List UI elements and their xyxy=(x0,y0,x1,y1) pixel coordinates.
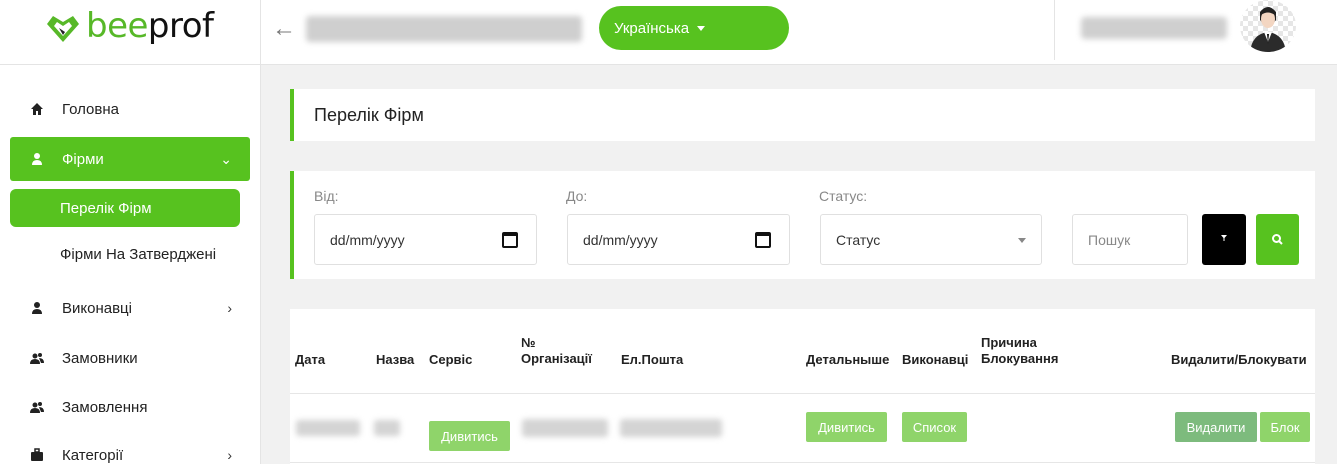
row-divider xyxy=(290,462,1315,463)
sidebar-item-label: Замовлення xyxy=(62,398,148,416)
person-avatar-icon xyxy=(1250,7,1286,52)
filter-reset-icon xyxy=(1221,235,1227,241)
sidebar-subitem-label: Перелік Фірм xyxy=(60,199,152,217)
users-icon xyxy=(30,402,44,413)
sidebar-item-label: Головна xyxy=(62,100,119,118)
language-dropdown[interactable]: Українська xyxy=(599,6,789,50)
user-icon xyxy=(32,302,42,314)
search-placeholder: Пошук xyxy=(1088,231,1131,248)
column-header-org-number-line2: Організації xyxy=(521,351,592,366)
language-label: Українська xyxy=(614,19,690,37)
performers-list-button[interactable]: Список xyxy=(902,412,967,442)
blurred-user-name[interactable] xyxy=(1081,17,1227,39)
sidebar-item-label: Фірми xyxy=(62,150,104,168)
firms-table: Дата Назва Сервіс № Організації Ел.Пошта… xyxy=(290,309,1315,464)
briefcase-icon xyxy=(31,448,43,461)
status-select[interactable]: Статус xyxy=(820,214,1042,265)
column-header-details: Детальныше xyxy=(806,352,890,367)
status-value: Статус xyxy=(836,231,881,248)
sidebar-item-home[interactable]: Головна xyxy=(10,87,250,131)
filter-panel: Від: dd/mm/yyyy До: dd/mm/yyyy Статус: С… xyxy=(290,171,1315,279)
page-title: Перелік Фірм xyxy=(314,105,424,125)
sidebar-subitem-firms-pending[interactable]: Фірми На Затверджені xyxy=(10,235,240,273)
search-input[interactable]: Пошук xyxy=(1072,214,1188,265)
sidebar-item-label: Замовники xyxy=(62,349,138,367)
back-arrow-icon[interactable]: ← xyxy=(272,16,298,42)
search-icon xyxy=(1272,234,1283,245)
sidebar-item-label: Категорії xyxy=(62,446,124,464)
sidebar: Головна Фірми ⌄ Перелік Фірм Фірми На За… xyxy=(0,65,261,464)
users-icon xyxy=(30,353,44,364)
handshake-logo-icon xyxy=(47,16,79,42)
blurred-name-cell xyxy=(374,420,400,436)
column-header-performers: Виконавці xyxy=(902,352,969,367)
blurred-date-cell xyxy=(296,420,360,436)
sidebar-subitem-firm-list[interactable]: Перелік Фірм xyxy=(10,189,240,227)
sidebar-item-orders[interactable]: Замовлення xyxy=(10,385,250,429)
column-header-service: Сервіс xyxy=(429,352,473,367)
sidebar-item-firms[interactable]: Фірми ⌄ xyxy=(10,137,250,181)
from-date-input[interactable]: dd/mm/yyyy xyxy=(314,214,537,265)
to-date-input[interactable]: dd/mm/yyyy xyxy=(567,214,790,265)
block-button[interactable]: Блок xyxy=(1260,412,1310,442)
view-details-button[interactable]: Дивитись xyxy=(806,412,887,442)
header-divider xyxy=(1054,0,1055,60)
blurred-email-cell xyxy=(620,419,722,437)
calendar-icon[interactable] xyxy=(755,232,771,248)
caret-down-icon xyxy=(1018,238,1026,243)
reset-filter-button[interactable] xyxy=(1202,214,1246,265)
user-icon xyxy=(32,153,42,165)
blurred-company-title xyxy=(306,16,582,42)
column-header-block-reason-line2: Блокування xyxy=(981,351,1059,366)
from-label: Від: xyxy=(314,188,339,204)
column-header-block-reason-line1: Причина xyxy=(981,335,1037,350)
top-header: beeprof ← Українська xyxy=(0,0,1337,65)
page-title-card: Перелік Фірм xyxy=(290,89,1315,141)
column-header-date: Дата xyxy=(295,352,326,367)
from-date-value: dd/mm/yyyy xyxy=(330,231,405,248)
view-service-button[interactable]: Дивитись xyxy=(429,421,510,451)
chevron-right-icon: › xyxy=(227,300,232,316)
avatar[interactable] xyxy=(1240,0,1296,52)
calendar-icon[interactable] xyxy=(502,232,518,248)
column-header-name: Назва xyxy=(376,352,415,367)
logo-text: beeprof xyxy=(86,6,214,46)
sidebar-item-categories[interactable]: Категорії › xyxy=(10,433,250,464)
sidebar-item-customers[interactable]: Замовники xyxy=(10,336,250,380)
home-icon xyxy=(31,103,43,115)
caret-down-icon xyxy=(697,26,706,32)
to-label: До: xyxy=(566,188,588,204)
column-header-email: Ел.Пошта xyxy=(621,352,684,367)
column-header-actions: Видалити/Блокувати xyxy=(1171,352,1307,367)
to-date-value: dd/mm/yyyy xyxy=(583,231,658,248)
sidebar-item-label: Виконавці xyxy=(62,299,132,317)
column-header-org-number: № Організації xyxy=(521,335,592,367)
logo[interactable]: beeprof xyxy=(0,0,261,65)
row-divider xyxy=(290,393,1315,394)
delete-button[interactable]: Видалити xyxy=(1175,412,1257,442)
column-header-org-number-line1: № xyxy=(521,335,536,350)
blurred-org-number-cell xyxy=(522,419,608,437)
status-label: Статус: xyxy=(819,188,868,204)
search-button[interactable] xyxy=(1256,214,1299,265)
sidebar-item-performers[interactable]: Виконавці › xyxy=(10,286,250,330)
sidebar-subitem-label: Фірми На Затверджені xyxy=(60,245,217,263)
column-header-block-reason: Причина Блокування xyxy=(981,335,1058,367)
chevron-right-icon: › xyxy=(227,447,232,463)
chevron-down-icon: ⌄ xyxy=(220,151,232,167)
